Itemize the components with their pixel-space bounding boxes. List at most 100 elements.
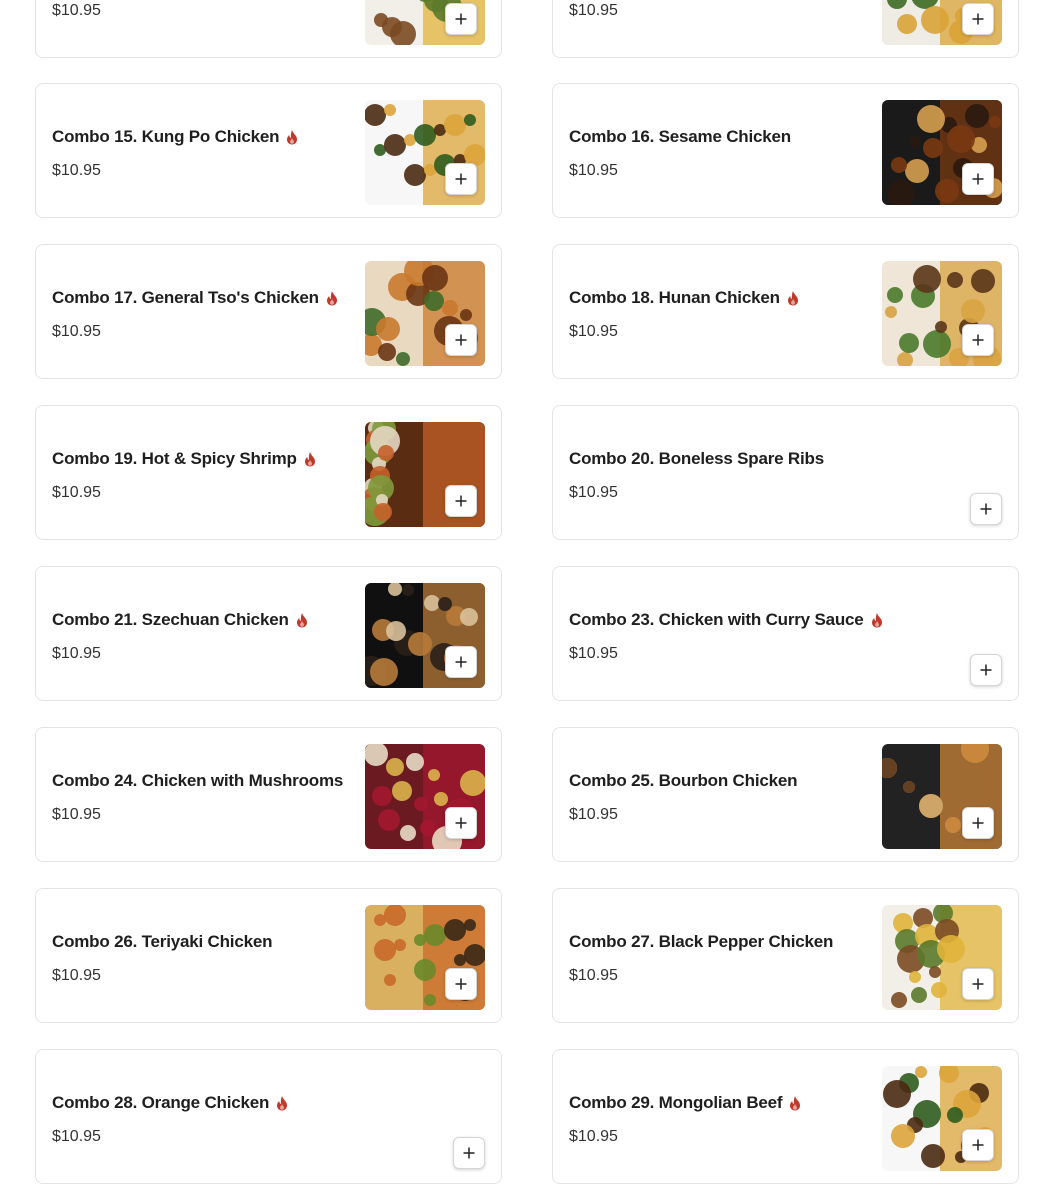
menu-item-name: Combo 19. Hot & Spicy Shrimp: [52, 449, 317, 469]
menu-item-card[interactable]: Combo 26. Teriyaki Chicken $10.95: [35, 888, 502, 1023]
menu-item-price: $10.95: [569, 645, 618, 662]
menu-item-name: Combo 24. Chicken with Mushrooms: [52, 771, 343, 791]
menu-item-price: $10.95: [569, 162, 618, 179]
plus-icon: [463, 1147, 475, 1159]
flame-icon: [786, 290, 800, 306]
plus-icon: [972, 817, 984, 829]
menu-item-name-text: Combo 27. Black Pepper Chicken: [569, 932, 834, 951]
menu-item-card[interactable]: $10.95: [35, 0, 502, 58]
menu-item-card[interactable]: Combo 15. Kung Po Chicken $10.95: [35, 83, 502, 218]
menu-item-card[interactable]: Combo 19. Hot & Spicy Shrimp $10.95: [35, 405, 502, 540]
flame-icon: [303, 451, 317, 467]
flame-icon: [870, 612, 884, 628]
plus-icon: [972, 173, 984, 185]
menu-item-grid: $10.95 $10.95 Combo 15. Kung Po Chicken $…: [0, 0, 1050, 1184]
menu-item-price: $10.95: [569, 806, 618, 823]
add-to-cart-button[interactable]: [970, 654, 1002, 686]
menu-item-name: Combo 28. Orange Chicken: [52, 1093, 289, 1113]
menu-item-price: $10.95: [52, 645, 101, 662]
plus-icon: [980, 664, 992, 676]
menu-item-name-text: Combo 17. General Tso's Chicken: [52, 288, 319, 307]
add-to-cart-button[interactable]: [962, 324, 994, 356]
plus-icon: [455, 173, 467, 185]
menu-item-card[interactable]: Combo 24. Chicken with Mushrooms $10.95: [35, 727, 502, 862]
add-to-cart-button[interactable]: [445, 646, 477, 678]
menu-item-card[interactable]: Combo 20. Boneless Spare Ribs $10.95: [552, 405, 1019, 540]
plus-icon: [972, 978, 984, 990]
menu-item-price: $10.95: [52, 162, 101, 179]
menu-item-name: Combo 20. Boneless Spare Ribs: [569, 449, 824, 469]
menu-item-price: $10.95: [52, 806, 101, 823]
menu-item-name: Combo 27. Black Pepper Chicken: [569, 932, 833, 952]
plus-icon: [455, 13, 467, 25]
menu-item-name-text: Combo 15. Kung Po Chicken: [52, 127, 280, 146]
menu-item-price: $10.95: [52, 1128, 101, 1145]
plus-icon: [455, 817, 467, 829]
flame-icon: [285, 129, 299, 145]
plus-icon: [455, 495, 467, 507]
add-to-cart-button[interactable]: [970, 493, 1002, 525]
menu-item-name-text: Combo 26. Teriyaki Chicken: [52, 932, 273, 951]
menu-item-price: $10.95: [569, 967, 618, 984]
menu-item-name: Combo 26. Teriyaki Chicken: [52, 932, 272, 952]
menu-item-name: Combo 21. Szechuan Chicken: [52, 610, 309, 630]
menu-item-name-text: Combo 18. Hunan Chicken: [569, 288, 780, 307]
add-to-cart-button[interactable]: [445, 3, 477, 35]
menu-item-card[interactable]: Combo 16. Sesame Chicken $10.95: [552, 83, 1019, 218]
menu-item-name-text: Combo 23. Chicken with Curry Sauce: [569, 610, 864, 629]
menu-item-price: $10.95: [52, 2, 101, 19]
menu-item-card[interactable]: Combo 18. Hunan Chicken $10.95: [552, 244, 1019, 379]
plus-icon: [455, 978, 467, 990]
plus-icon: [972, 334, 984, 346]
add-to-cart-button[interactable]: [962, 3, 994, 35]
menu-item-name: Combo 16. Sesame Chicken: [569, 127, 791, 147]
add-to-cart-button[interactable]: [962, 968, 994, 1000]
add-to-cart-button[interactable]: [445, 485, 477, 517]
menu-item-price: $10.95: [569, 1128, 618, 1145]
add-to-cart-button[interactable]: [445, 807, 477, 839]
menu-item-name-text: Combo 25. Bourbon Chicken: [569, 771, 798, 790]
menu-item-name-text: Combo 19. Hot & Spicy Shrimp: [52, 449, 297, 468]
menu-item-name-text: Combo 24. Chicken with Mushrooms: [52, 771, 344, 790]
menu-item-card[interactable]: Combo 23. Chicken with Curry Sauce $10.95: [552, 566, 1019, 701]
menu-item-price: $10.95: [52, 484, 101, 501]
menu-item-price: $10.95: [569, 2, 618, 19]
menu-item-name-text: Combo 16. Sesame Chicken: [569, 127, 791, 146]
menu-item-name: Combo 17. General Tso's Chicken: [52, 288, 339, 308]
plus-icon: [972, 13, 984, 25]
add-to-cart-button[interactable]: [445, 163, 477, 195]
menu-item-name-text: Combo 29. Mongolian Beef: [569, 1093, 783, 1112]
menu-item-name: Combo 25. Bourbon Chicken: [569, 771, 797, 791]
menu-item-card[interactable]: Combo 21. Szechuan Chicken $10.95: [35, 566, 502, 701]
menu-item-card[interactable]: $10.95: [552, 0, 1019, 58]
add-to-cart-button[interactable]: [962, 1129, 994, 1161]
add-to-cart-button[interactable]: [445, 968, 477, 1000]
add-to-cart-button[interactable]: [962, 807, 994, 839]
flame-icon: [275, 1095, 289, 1111]
menu-item-name-text: Combo 20. Boneless Spare Ribs: [569, 449, 824, 468]
add-to-cart-button[interactable]: [453, 1137, 485, 1169]
menu-item-price: $10.95: [52, 323, 101, 340]
plus-icon: [455, 334, 467, 346]
add-to-cart-button[interactable]: [445, 324, 477, 356]
menu-item-name-text: Combo 28. Orange Chicken: [52, 1093, 270, 1112]
menu-item-card[interactable]: Combo 27. Black Pepper Chicken $10.95: [552, 888, 1019, 1023]
add-to-cart-button[interactable]: [962, 163, 994, 195]
menu-item-name-text: Combo 21. Szechuan Chicken: [52, 610, 289, 629]
flame-icon: [788, 1095, 802, 1111]
menu-item-name: Combo 18. Hunan Chicken: [569, 288, 800, 308]
menu-item-price: $10.95: [569, 323, 618, 340]
menu-item-card[interactable]: Combo 28. Orange Chicken $10.95: [35, 1049, 502, 1184]
menu-item-name: Combo 29. Mongolian Beef: [569, 1093, 802, 1113]
plus-icon: [980, 503, 992, 515]
menu-item-name: Combo 23. Chicken with Curry Sauce: [569, 610, 884, 630]
menu-item-card[interactable]: Combo 17. General Tso's Chicken $10.95: [35, 244, 502, 379]
menu-item-card[interactable]: Combo 29. Mongolian Beef $10.95: [552, 1049, 1019, 1184]
plus-icon: [455, 656, 467, 668]
flame-icon: [325, 290, 339, 306]
menu-item-card[interactable]: Combo 25. Bourbon Chicken $10.95: [552, 727, 1019, 862]
menu-item-price: $10.95: [569, 484, 618, 501]
menu-item-price: $10.95: [52, 967, 101, 984]
flame-icon: [295, 612, 309, 628]
plus-icon: [972, 1139, 984, 1151]
